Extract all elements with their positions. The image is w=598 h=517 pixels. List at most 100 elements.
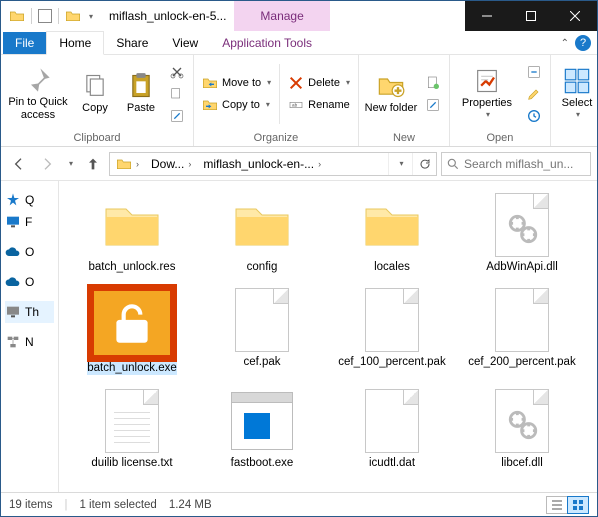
file-item[interactable]: icudtl.dat [329, 383, 455, 474]
paste-button[interactable]: Paste [119, 59, 163, 129]
copy-button[interactable]: Copy [73, 59, 117, 129]
file-item[interactable]: locales [329, 187, 455, 278]
properties-label: Properties [462, 97, 512, 109]
copy-to-button[interactable]: Copy to▾ [198, 95, 275, 115]
recent-locations-button[interactable]: ▾ [63, 152, 77, 176]
maximize-button[interactable] [509, 1, 553, 31]
file-item[interactable]: cef.pak [199, 282, 325, 379]
file-item[interactable]: batch_unlock.res [69, 187, 195, 278]
qat-dropdown[interactable]: ▾ [89, 12, 93, 21]
ribbon-tabs: File Home Share View Application Tools ⌃… [1, 31, 597, 55]
close-button[interactable] [553, 1, 597, 31]
folder-icon [116, 156, 132, 172]
refresh-button[interactable] [412, 152, 436, 176]
nav-fa[interactable]: F [5, 211, 54, 233]
breadcrumb-root[interactable]: › [110, 153, 145, 175]
exe_unlock-icon [89, 286, 175, 360]
file-name: locales [374, 261, 410, 274]
view-tab[interactable]: View [160, 32, 210, 54]
back-button[interactable] [7, 152, 31, 176]
move-to-label: Move to [222, 77, 261, 89]
network-icon [5, 334, 21, 350]
new-folder-label: New folder [365, 102, 418, 114]
clipboard-group-label: Clipboard [5, 130, 189, 146]
file-item[interactable]: AdbWinApi.dll [459, 187, 585, 278]
open-button[interactable] [522, 62, 546, 82]
open-icon [526, 64, 542, 80]
move-to-button[interactable]: Move to▾ [198, 73, 275, 93]
file-item[interactable]: duilib license.txt [69, 383, 195, 474]
file-icon [482, 286, 562, 354]
minimize-button[interactable] [465, 1, 509, 31]
delete-button[interactable]: Delete▾ [284, 73, 354, 93]
nav-onedrive-2[interactable]: O [5, 271, 54, 293]
new-group: New folder New [359, 55, 450, 146]
home-tab[interactable]: Home [46, 31, 104, 55]
help-button[interactable]: ? [575, 35, 591, 51]
nav-quick-access[interactable]: Q [5, 189, 54, 211]
file-item[interactable]: fastboot.exe [199, 383, 325, 474]
file-item[interactable]: libcef.dll [459, 383, 585, 474]
delete-label: Delete [308, 77, 340, 89]
breadcrumb-current[interactable]: miflash_unlock-en-...› [197, 153, 327, 175]
nav-onedrive[interactable]: O [5, 241, 54, 263]
copy-to-icon [202, 97, 218, 113]
copy-icon [81, 72, 109, 100]
history-icon [526, 108, 542, 124]
file-item[interactable]: cef_100_percent.pak [329, 282, 455, 379]
navigation-pane[interactable]: Q F O O Th N [1, 181, 59, 492]
rename-button[interactable]: ab Rename [284, 95, 354, 115]
address-bar[interactable]: › Dow...› miflash_unlock-en-...› ▾ [109, 152, 437, 176]
file-item[interactable]: batch_unlock.exe [69, 282, 195, 379]
file-tab[interactable]: File [3, 32, 46, 54]
up-button[interactable] [81, 152, 105, 176]
cut-button[interactable] [165, 62, 189, 82]
qat-checkbox[interactable] [38, 9, 52, 23]
select-button[interactable]: Select ▾ [555, 59, 598, 129]
forward-button[interactable] [35, 152, 59, 176]
edit-icon [526, 86, 542, 102]
properties-icon [473, 67, 501, 95]
folder-icon [352, 191, 432, 259]
share-tab[interactable]: Share [104, 32, 160, 54]
title-bar: ▾ miflash_unlock-en-5... Manage [1, 1, 597, 31]
new-item-button[interactable] [421, 73, 445, 93]
address-dropdown[interactable]: ▾ [388, 152, 412, 176]
file-name: cef_100_percent.pak [338, 356, 445, 369]
history-button[interactable] [522, 106, 546, 126]
minimize-ribbon-icon[interactable]: ⌃ [561, 38, 569, 49]
folder-icon [222, 191, 302, 259]
select-icon [563, 67, 591, 95]
contextual-tab-header: Manage [234, 1, 329, 31]
copy-path-button[interactable] [165, 84, 189, 104]
easy-access-button[interactable] [421, 95, 445, 115]
rename-label: Rename [308, 99, 350, 111]
window-controls [465, 1, 597, 31]
new-folder-button[interactable]: New folder [363, 59, 419, 129]
search-input[interactable] [464, 157, 586, 171]
nav-this-pc[interactable]: Th [5, 301, 54, 323]
file-item[interactable]: config [199, 187, 325, 278]
properties-button[interactable]: Properties ▾ [454, 59, 520, 129]
details-view-button[interactable] [546, 496, 568, 514]
paste-shortcut-button[interactable] [165, 106, 189, 126]
folder-open-icon[interactable] [65, 8, 81, 24]
paste-label: Paste [127, 102, 155, 114]
icons-view-button[interactable] [567, 496, 589, 514]
edit-button[interactable] [522, 84, 546, 104]
new-folder-icon [377, 72, 405, 100]
file-list[interactable]: batch_unlock.res config locales AdbWinApi.d… [59, 181, 597, 492]
search-box[interactable] [441, 152, 591, 176]
pin-to-quick-access-button[interactable]: Pin to Quick access [5, 59, 71, 129]
app-tools-tab[interactable]: Application Tools [210, 32, 324, 54]
shortcut-icon [169, 108, 185, 124]
txt-icon [92, 387, 172, 455]
pin-label: Pin to Quick access [5, 96, 71, 120]
file-name: batch_unlock.res [89, 261, 176, 274]
selection-size: 1.24 MB [169, 499, 212, 511]
file-name: duilib license.txt [91, 457, 172, 470]
nav-network[interactable]: N [5, 331, 54, 353]
breadcrumb-downloads[interactable]: Dow...› [145, 153, 197, 175]
file-item[interactable]: cef_200_percent.pak [459, 282, 585, 379]
monitor-icon [5, 214, 21, 230]
